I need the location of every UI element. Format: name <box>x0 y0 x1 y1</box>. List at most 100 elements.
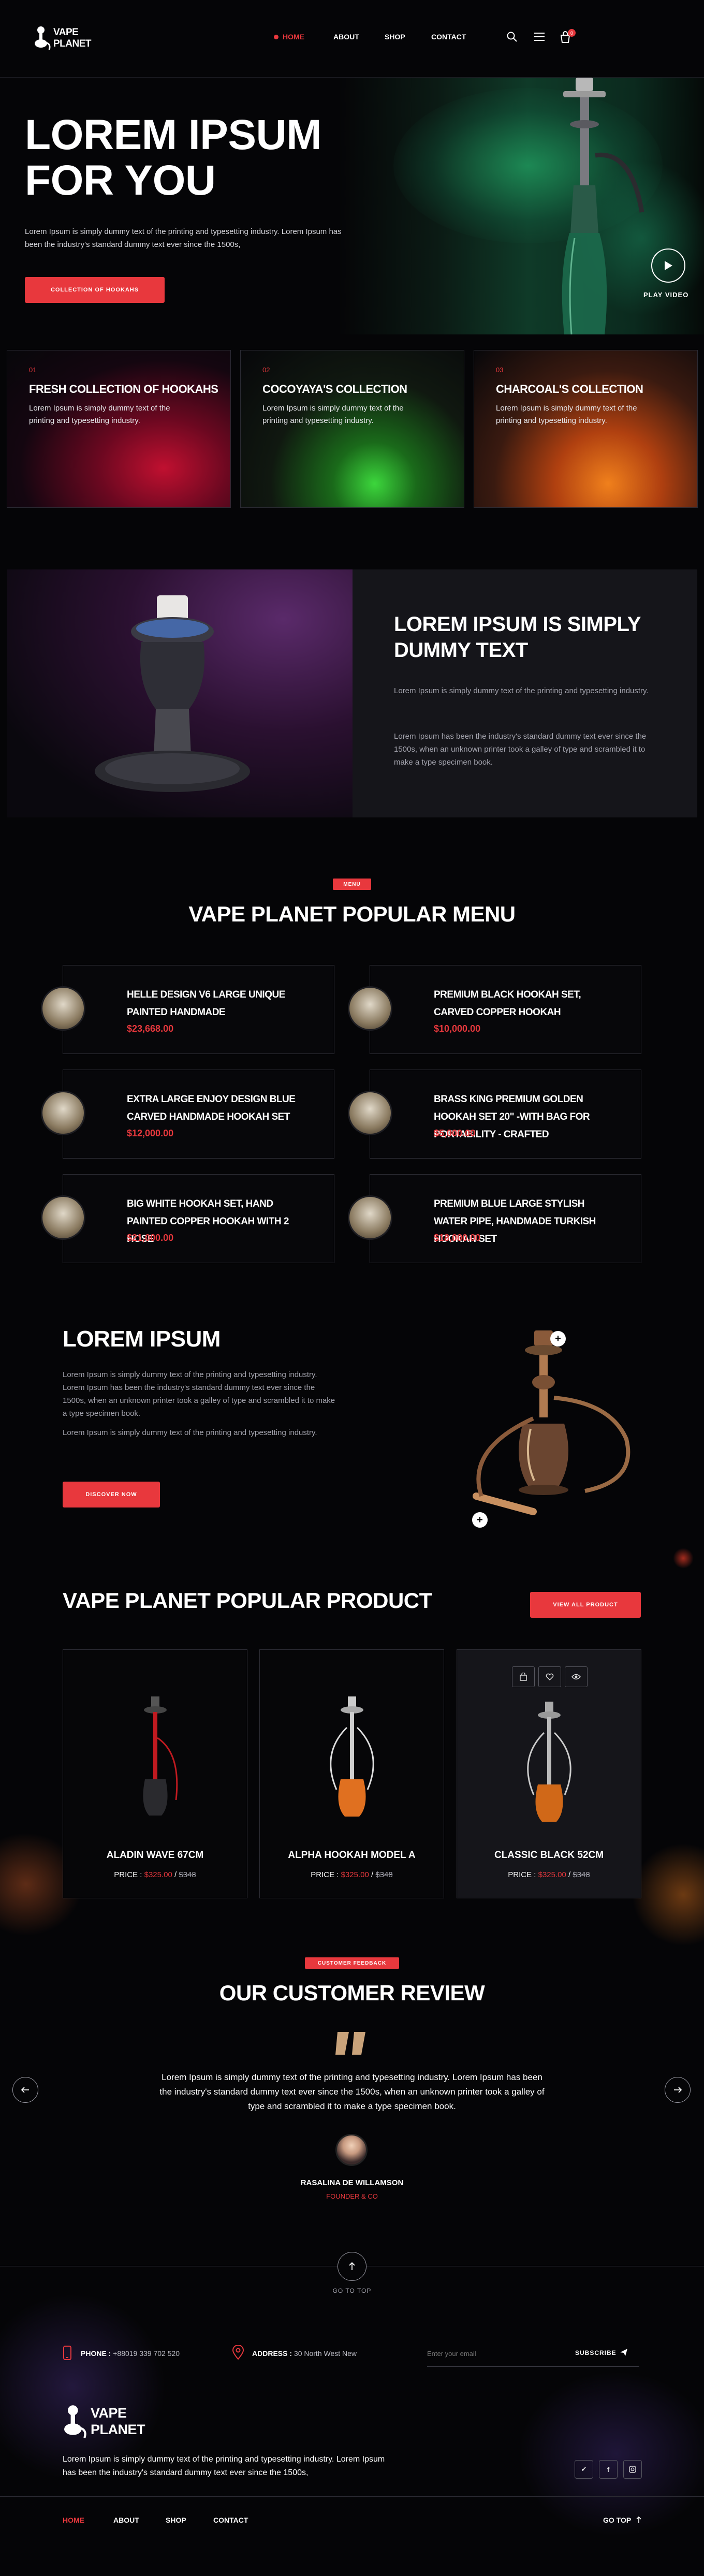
product-image <box>143 1696 178 1816</box>
arrow-up-icon <box>349 2262 355 2270</box>
cart-count-badge: 0 <box>568 29 576 37</box>
logo[interactable]: VAPE PLANET <box>34 23 92 54</box>
collection-number: 03 <box>496 366 504 374</box>
email-input[interactable] <box>427 2346 556 2361</box>
eye-icon <box>571 1674 581 1680</box>
menu-item-image <box>348 986 392 1031</box>
footer-smoke-left <box>0 2293 166 2480</box>
send-icon[interactable] <box>620 2348 628 2357</box>
product-card[interactable]: CLASSIC BLACK 52CM PRICE : $325.00 / $34… <box>457 1649 641 1898</box>
collection-card[interactable]: 01 FRESH COLLECTION OF HOOKAHS Lorem Ips… <box>7 350 231 508</box>
nav-home[interactable]: HOME <box>283 33 304 41</box>
product-name: ALADIN WAVE 67CM <box>106 1850 204 1861</box>
product-price-value: $325.00 <box>341 1870 369 1879</box>
collection-text: Lorem Ipsum is simply dummy text of the … <box>29 404 170 425</box>
hero-title-line2: FOR YOU <box>25 157 216 204</box>
footer-text: Lorem Ipsum is simply dummy text of the … <box>63 2455 385 2477</box>
hotspot-plus-button[interactable]: + <box>550 1331 566 1346</box>
about-title-line2: DUMMY TEXT <box>394 639 528 662</box>
about-paragraph-1: Lorem Ipsum is simply dummy text of the … <box>394 686 649 695</box>
footer-nav-contact[interactable]: CONTACT <box>213 2516 248 2524</box>
social-instagram-button[interactable] <box>623 2460 642 2479</box>
hero-collection-button[interactable]: COLLECTION OF HOOKAHS <box>25 277 165 303</box>
instagram-icon <box>629 2466 636 2473</box>
view-all-product-button[interactable]: VIEW ALL PRODUCT <box>530 1592 641 1618</box>
discover-hookah-image <box>473 1330 630 1515</box>
subscribe-button[interactable]: SUBSCRIBE <box>575 2349 617 2357</box>
menu-item-price: $10,000.00 <box>434 1023 481 1034</box>
about-image <box>7 569 353 817</box>
phone-value[interactable]: +88019 339 702 520 <box>113 2349 180 2358</box>
prev-review-button[interactable] <box>12 2077 38 2103</box>
quickview-action-button[interactable] <box>565 1666 588 1687</box>
product-old-price: $348 <box>573 1870 590 1879</box>
logo-text-bottom: PLANET <box>53 38 92 49</box>
discover-text-1: Lorem Ipsum is simply dummy text of the … <box>63 1370 335 1418</box>
menu-badge: MENU <box>333 879 371 890</box>
footer-logo[interactable]: VAPE PLANET <box>63 2401 145 2442</box>
next-review-button[interactable] <box>665 2077 691 2103</box>
facebook-icon: f <box>607 2465 610 2473</box>
header: VAPE PLANET HOME ABOUT SHOP CONTACT 0 <box>0 0 704 78</box>
logo-icon <box>64 2405 86 2438</box>
product-price: PRICE : $325.00 / $348 <box>311 1870 393 1879</box>
menu-item[interactable]: PREMIUM BLUE LARGE STYLISH WATER PIPE, H… <box>348 1174 641 1263</box>
social-facebook-button[interactable]: f <box>599 2460 618 2479</box>
menu-item-image <box>41 1091 85 1135</box>
footer-nav-home[interactable]: HOME <box>63 2516 84 2524</box>
review-text: Lorem Ipsum is simply dummy text of the … <box>159 2072 545 2111</box>
location-icon <box>232 2345 244 2360</box>
hotspot-plus-button[interactable]: + <box>472 1512 488 1528</box>
menu-item-price: $21,000.00 <box>127 1233 174 1243</box>
product-card[interactable]: ALADIN WAVE 67CM PRICE : $325.00 / $348 <box>63 1649 247 1898</box>
menu-item[interactable]: HELLE DESIGN V6 LARGE UNIQUE PAINTED HAN… <box>41 965 334 1054</box>
about-panel: LOREM IPSUM IS SIMPLY DUMMY TEXT Lorem I… <box>353 569 697 817</box>
hero: LOREM IPSUM FOR YOU Lorem Ipsum is simpl… <box>0 78 704 334</box>
footer-divider <box>0 2496 704 2497</box>
menu-item[interactable]: EXTRA LARGE ENJOY DESIGN BLUE CARVED HAN… <box>41 1070 334 1159</box>
collection-number: 01 <box>29 366 37 374</box>
menu-item-name: HELLE DESIGN V6 LARGE UNIQUE PAINTED HAN… <box>127 989 285 1018</box>
about-hookah-image <box>95 595 250 792</box>
twitter-icon: ✔ <box>581 2465 587 2473</box>
collection-text: Lorem Ipsum is simply dummy text of the … <box>262 404 404 425</box>
address-value: 30 North West New <box>294 2349 357 2358</box>
discover-now-button[interactable]: DISCOVER NOW <box>63 1482 160 1507</box>
menu-icon[interactable] <box>534 32 545 42</box>
footer-nav-shop[interactable]: SHOP <box>166 2516 186 2524</box>
go-to-top-label[interactable]: GO TO TOP <box>0 2287 704 2294</box>
phone-label: PHONE : <box>81 2349 111 2358</box>
collection-title: COCOYAYA'S COLLECTION <box>262 383 407 396</box>
logo-icon <box>35 26 51 50</box>
address-label: ADDRESS : <box>252 2349 292 2358</box>
nav-about[interactable]: ABOUT <box>333 33 359 41</box>
product-card[interactable]: ALPHA HOOKAH MODEL A PRICE : $325.00 / $… <box>259 1649 444 1898</box>
products-bg-ember <box>673 1548 694 1569</box>
go-to-top-button[interactable] <box>338 2252 366 2281</box>
cart-action-button[interactable] <box>512 1666 535 1687</box>
nav-contact[interactable]: CONTACT <box>431 33 466 41</box>
menu-item[interactable]: BRASS KING PREMIUM GOLDEN HOOKAH SET 20"… <box>348 1070 641 1159</box>
product-old-price: $348 <box>375 1870 393 1879</box>
social-twitter-button[interactable]: ✔ <box>575 2460 593 2479</box>
arrow-right-icon <box>674 2087 682 2093</box>
menu-item[interactable]: BIG WHITE HOOKAH SET, HAND PAINTED COPPE… <box>41 1174 334 1263</box>
footer-nav-about[interactable]: ABOUT <box>113 2516 139 2524</box>
footer-go-top-button[interactable]: GO TOP <box>603 2516 641 2524</box>
discover-text-2: Lorem Ipsum is simply dummy text of the … <box>63 1428 317 1437</box>
collection-title: FRESH COLLECTION OF HOOKAHS <box>29 383 218 396</box>
play-video-button[interactable] <box>651 248 685 283</box>
wishlist-action-button[interactable] <box>538 1666 561 1687</box>
reviewer-avatar <box>335 2134 368 2166</box>
menu-item-price: $18,000.00 <box>434 1233 481 1243</box>
collection-text: Lorem Ipsum is simply dummy text of the … <box>496 404 637 425</box>
menu-item-image <box>41 1195 85 1240</box>
page-root: { "brand":{"logo_line1":"VAPE","logo_lin… <box>0 0 704 2576</box>
nav-shop[interactable]: SHOP <box>385 33 405 41</box>
menu-item[interactable]: PREMIUM BLACK HOOKAH SET, CARVED COPPER … <box>348 965 641 1054</box>
play-video-label[interactable]: PLAY VIDEO <box>643 291 688 299</box>
search-icon[interactable] <box>506 31 518 42</box>
collection-card[interactable]: 03 CHARCOAL'S COLLECTION Lorem Ipsum is … <box>474 350 698 508</box>
menu-title: VAPE PLANET POPULAR MENU <box>188 902 516 926</box>
collection-card[interactable]: 02 COCOYAYA'S COLLECTION Lorem Ipsum is … <box>240 350 464 508</box>
